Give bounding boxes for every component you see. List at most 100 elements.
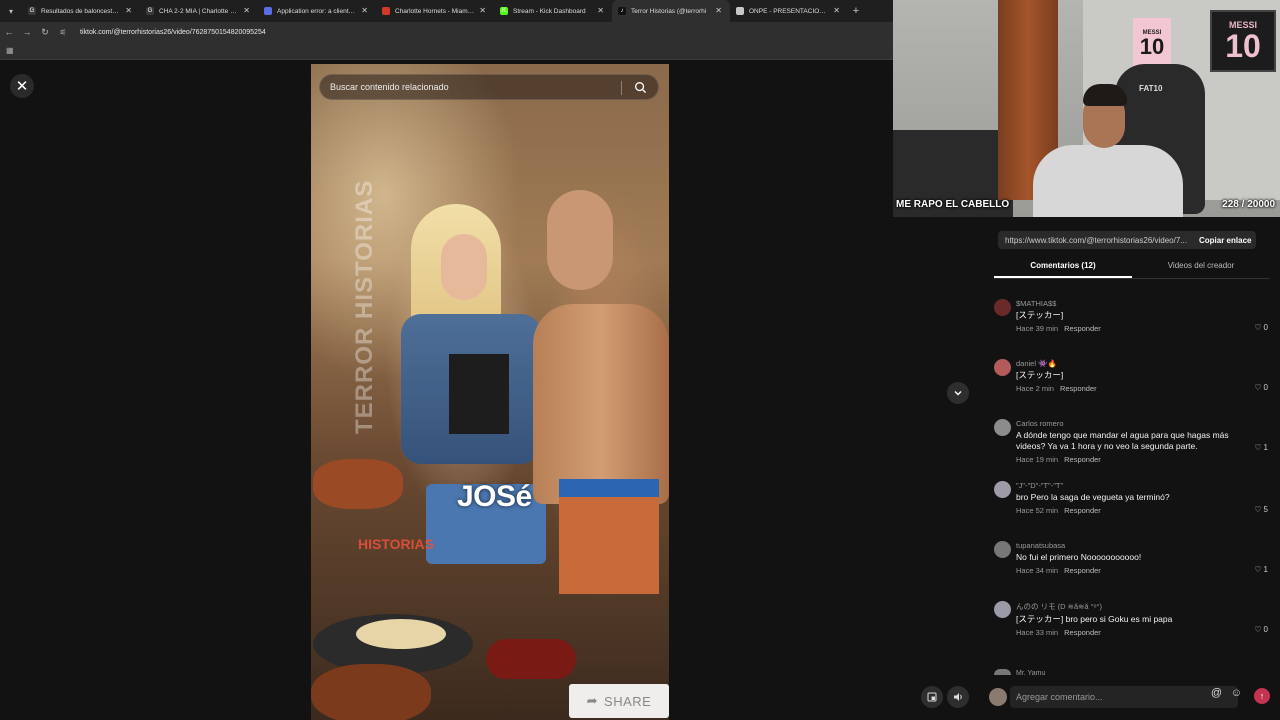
reply-button[interactable]: Responder bbox=[1060, 384, 1097, 393]
tab-comments[interactable]: Comentarios (12) bbox=[994, 255, 1132, 278]
panel-tabs: Comentarios (12) Videos del creador bbox=[994, 255, 1270, 279]
avatar bbox=[994, 669, 1011, 675]
tab-close-icon[interactable]: ✕ bbox=[125, 6, 132, 15]
comment-text: [ステッカー] bbox=[1016, 370, 1064, 380]
comment-username[interactable]: daniel 👾🔥 bbox=[1016, 353, 1280, 368]
like-button[interactable]: ♡ 0 bbox=[1254, 383, 1268, 392]
poster-large-number: 10 bbox=[1225, 28, 1261, 64]
tab-favicon-icon: G bbox=[28, 7, 36, 15]
avatar[interactable] bbox=[994, 299, 1011, 316]
tab-favicon-icon bbox=[736, 7, 744, 15]
reply-button[interactable]: Responder bbox=[1064, 324, 1101, 333]
like-button[interactable]: ♡ 1 bbox=[1254, 443, 1268, 452]
browser-tab[interactable]: K Stream - Kick Dashboard ✕ bbox=[494, 0, 612, 22]
comment-text: [ステッカー] bro pero si Goku es mi papa bbox=[1016, 614, 1173, 624]
tab-title: Application error: a client-side bbox=[277, 7, 357, 15]
search-icon[interactable] bbox=[634, 81, 647, 94]
black-top bbox=[449, 354, 509, 434]
man-torso bbox=[533, 304, 669, 504]
browser-tab[interactable]: G Resultados de baloncesto en v ✕ bbox=[22, 0, 140, 22]
related-search-input[interactable]: Buscar contenido relacionado bbox=[319, 74, 659, 100]
site-info-icon[interactable]: ⚟ bbox=[54, 28, 72, 37]
dried-peppers bbox=[486, 639, 576, 679]
poster-large: MESSI 10 bbox=[1210, 10, 1276, 72]
browser-tab[interactable]: Application error: a client-side ✕ bbox=[258, 0, 376, 22]
stream-goal-progress: 228 / 20000 bbox=[1222, 199, 1275, 210]
webcam-overlay: MESSI 10 MESSI 10 FAT10 ME RAPO EL CABEL… bbox=[893, 0, 1280, 217]
tab-title: Charlotte Hornets - Miami Hea bbox=[395, 7, 475, 15]
comment-text: [ステッカー] bbox=[1016, 310, 1064, 320]
pip-icon[interactable] bbox=[921, 686, 943, 708]
comment-item: Carlos romero A dónde tengo que mandar el… bbox=[980, 413, 1280, 475]
browser-tab[interactable]: ONPE - PRESENTACIÓN DE RE ✕ bbox=[730, 0, 848, 22]
browser-tab[interactable]: G CHA 2-2 MIA | Charlotte Horne ✕ bbox=[140, 0, 258, 22]
tab-close-icon[interactable]: ✕ bbox=[479, 6, 486, 15]
tab-close-icon[interactable]: ✕ bbox=[597, 6, 604, 15]
reply-button[interactable]: Responder bbox=[1064, 455, 1101, 464]
poster-small-number: 10 bbox=[1139, 34, 1165, 59]
address-bar: ← → ↻ ⚟ tiktok.com/@terrorhistorias26/vi… bbox=[0, 22, 893, 42]
comment-input[interactable]: Agregar comentario... bbox=[1010, 686, 1238, 708]
reply-button[interactable]: Responder bbox=[1064, 506, 1101, 515]
copy-link-button[interactable]: Copiar enlace bbox=[1199, 236, 1251, 245]
share-label: SHARE bbox=[604, 693, 652, 709]
forward-icon[interactable]: → bbox=[18, 27, 36, 37]
browser-tab[interactable]: ♪ Terror Historias (@terrorhi ✕ bbox=[612, 0, 730, 22]
chair-brand: FAT10 bbox=[1139, 84, 1163, 93]
tab-close-icon[interactable]: ✕ bbox=[715, 6, 722, 15]
reply-button[interactable]: Responder bbox=[1064, 628, 1101, 637]
tab-creator-videos[interactable]: Videos del creador bbox=[1132, 255, 1270, 278]
apps-icon[interactable]: ▦ bbox=[6, 46, 14, 55]
tab-close-icon[interactable]: ✕ bbox=[361, 6, 368, 15]
comment-username[interactable]: んのの リモ (D ≋ǎ≋ǎ °ᵒ°) bbox=[1016, 595, 1280, 612]
comment-username[interactable]: tupanatsubasa bbox=[1016, 535, 1280, 550]
related-search-placeholder: Buscar contenido relacionado bbox=[330, 82, 449, 92]
reload-icon[interactable]: ↻ bbox=[36, 27, 54, 38]
like-button[interactable]: ♡ 1 bbox=[1254, 565, 1268, 574]
share-arrow-icon: ➦ bbox=[586, 693, 599, 708]
like-count: 1 bbox=[1263, 443, 1268, 452]
comment-time: Hace 2 min bbox=[1016, 384, 1054, 393]
tab-close-icon[interactable]: ✕ bbox=[243, 6, 250, 15]
video-watermark: TERROR HISTORIAS bbox=[351, 179, 378, 434]
like-count: 1 bbox=[1263, 565, 1268, 574]
volume-icon[interactable] bbox=[947, 686, 969, 708]
video-player[interactable]: TERROR HISTORIAS HISTORIAS JOSé Buscar c… bbox=[311, 64, 669, 720]
share-button[interactable]: ➦ SHARE bbox=[569, 684, 669, 718]
close-icon[interactable]: ✕ bbox=[10, 74, 34, 98]
blue-sash bbox=[559, 479, 659, 497]
mention-icon[interactable]: @ bbox=[1211, 687, 1222, 699]
share-link-url[interactable]: https://www.tiktok.com/@terrorhistorias2… bbox=[1005, 236, 1193, 245]
like-button[interactable]: ♡ 0 bbox=[1254, 323, 1268, 332]
tab-search-icon[interactable]: ▾ bbox=[0, 0, 22, 22]
like-button[interactable]: ♡ 0 bbox=[1254, 625, 1268, 634]
avatar[interactable] bbox=[994, 481, 1011, 498]
emoji-icon[interactable]: ☺ bbox=[1231, 687, 1242, 699]
send-icon[interactable]: ↑ bbox=[1254, 688, 1270, 704]
back-icon[interactable]: ← bbox=[0, 27, 18, 37]
comment-username[interactable]: $MATHIA$$ bbox=[1016, 293, 1280, 308]
avatar[interactable] bbox=[994, 359, 1011, 376]
like-button[interactable]: ♡ 5 bbox=[1254, 505, 1268, 514]
comment-meta: Hace 2 min Responder bbox=[1016, 384, 1280, 393]
comment-username: Mr. Yamu bbox=[1016, 670, 1046, 677]
comment-text: A dónde tengo que mandar el agua para qu… bbox=[1016, 430, 1229, 451]
comment-item: "J"-"D"-"T"-"T" bro Pero la saga de vegue… bbox=[980, 475, 1280, 535]
tab-title: ONPE - PRESENTACIÓN DE RE bbox=[749, 7, 829, 15]
comment-list: $MATHIA$$ [ステッカー] Hace 39 min Responder ♡ 0 da… bbox=[980, 293, 1280, 655]
avatar[interactable] bbox=[994, 541, 1011, 558]
orange-pants bbox=[559, 484, 659, 594]
browser-tab[interactable]: Charlotte Hornets - Miami Hea ✕ bbox=[376, 0, 494, 22]
avatar[interactable] bbox=[994, 601, 1011, 618]
avatar[interactable] bbox=[994, 419, 1011, 436]
like-count: 0 bbox=[1263, 625, 1268, 634]
like-count: 0 bbox=[1263, 323, 1268, 332]
comment-username[interactable]: Carlos romero bbox=[1016, 413, 1280, 428]
new-tab-button[interactable]: + bbox=[848, 5, 864, 17]
comment-item: $MATHIA$$ [ステッカー] Hace 39 min Responder ♡ 0 bbox=[980, 293, 1280, 353]
chevron-down-icon[interactable] bbox=[947, 382, 969, 404]
comment-username[interactable]: "J"-"D"-"T"-"T" bbox=[1016, 475, 1280, 490]
tab-close-icon[interactable]: ✕ bbox=[833, 6, 840, 15]
url-field[interactable]: tiktok.com/@terrorhistorias26/video/7628… bbox=[80, 29, 266, 36]
reply-button[interactable]: Responder bbox=[1064, 566, 1101, 575]
